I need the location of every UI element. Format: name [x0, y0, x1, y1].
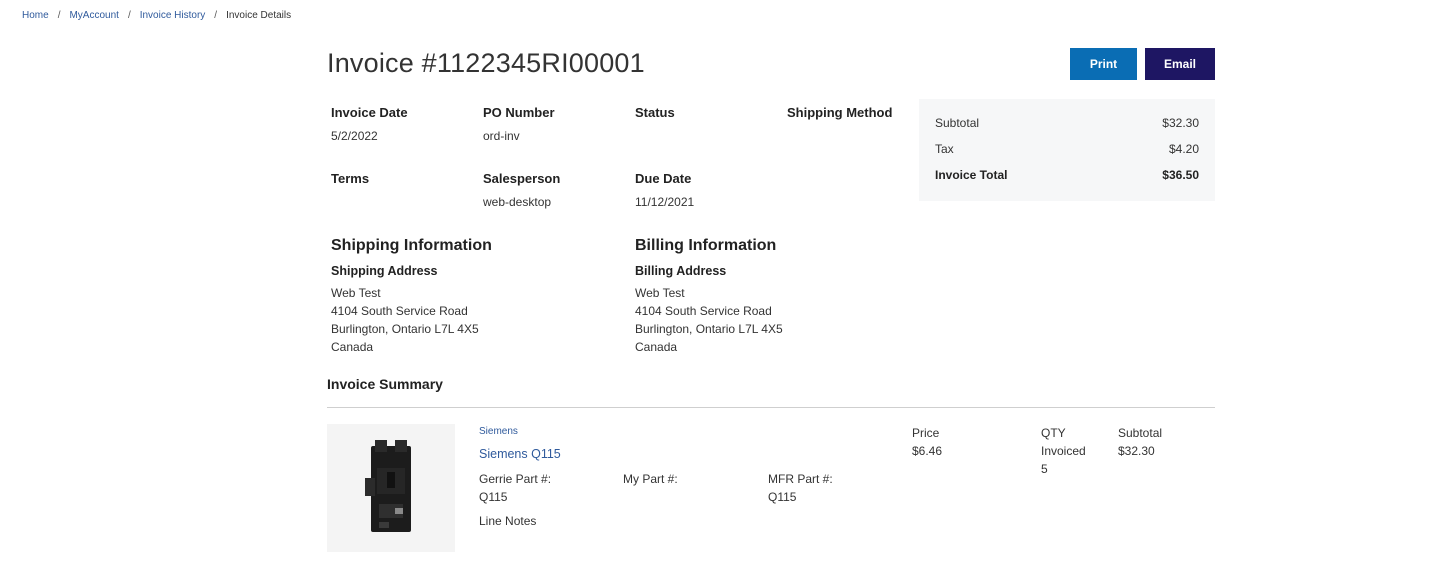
po-number-label: PO Number [483, 105, 555, 120]
qty-label: QTY [1041, 426, 1066, 440]
line-subtotal-label: Subtotal [1118, 426, 1163, 440]
status-label: Status [635, 105, 675, 120]
salesperson-label: Salesperson [483, 171, 561, 186]
po-number-value: ord-inv [483, 129, 520, 143]
shipping-address-label: Shipping Address [331, 264, 438, 278]
breadcrumb-home[interactable]: Home [22, 10, 49, 21]
qty-sublabel: Invoiced [1041, 444, 1086, 458]
billing-address-line: 4104 South Service Road [635, 304, 772, 318]
product-image[interactable] [327, 424, 455, 552]
breadcrumb-separator: / [214, 10, 218, 21]
billing-address-line: Canada [635, 340, 678, 354]
shipping-method-field: Shipping Method [787, 105, 892, 129]
price-label: Price [912, 426, 940, 440]
invoice-totals-panel: Subtotal $32.30 Tax $4.20 Invoice Total … [919, 99, 1215, 201]
breadcrumb-myaccount[interactable]: MyAccount [69, 10, 118, 21]
gerrie-part-label: Gerrie Part #: [479, 472, 552, 486]
product-name-link[interactable]: Siemens Q115 [479, 447, 561, 461]
po-number-field: PO Number ord-inv [483, 105, 555, 143]
divider [327, 407, 1215, 408]
invoice-summary-heading: Invoice Summary [327, 376, 443, 392]
billing-address-label: Billing Address [635, 264, 727, 278]
breadcrumb-separator: / [57, 10, 61, 21]
subtotal-row: Subtotal $32.30 [935, 116, 1199, 142]
shipping-address-line: 4104 South Service Road [331, 304, 468, 318]
tax-value: $4.20 [1168, 142, 1199, 156]
breadcrumb-separator: / [127, 10, 131, 21]
qty-value: 5 [1041, 462, 1048, 476]
line-notes-label: Line Notes [479, 514, 537, 528]
tax-row: Tax $4.20 [935, 142, 1199, 168]
line-subtotal-value: $32.30 [1118, 444, 1155, 458]
breadcrumb-current: Invoice Details [226, 10, 292, 21]
product-brand-link[interactable]: Siemens [479, 426, 518, 437]
subtotal-label: Subtotal [935, 116, 980, 130]
salesperson-field: Salesperson web-desktop [483, 171, 560, 209]
price-column: Price $6.46 [912, 424, 942, 460]
breadcrumb-invoice-history[interactable]: Invoice History [140, 10, 206, 21]
invoice-date-value: 5/2/2022 [331, 129, 378, 143]
tax-label: Tax [935, 142, 954, 156]
price-value: $6.46 [912, 444, 943, 458]
shipping-address-line: Burlington, Ontario L7L 4X5 [331, 322, 479, 336]
shipping-address-line: Web Test [331, 286, 381, 300]
shipping-address-line: Canada [331, 340, 374, 354]
print-button[interactable]: Print [1070, 48, 1137, 80]
my-part-label: My Part #: [623, 472, 678, 486]
invoice-total-row: Invoice Total $36.50 [935, 168, 1199, 194]
my-part: My Part #: [623, 470, 678, 488]
terms-field: Terms [331, 171, 369, 195]
invoice-date-field: Invoice Date 5/2/2022 [331, 105, 408, 143]
terms-label: Terms [331, 171, 370, 186]
mfr-part-value: Q115 [768, 490, 797, 504]
shipping-address: Web Test 4104 South Service Road Burling… [331, 284, 479, 356]
line-subtotal-column: Subtotal $32.30 [1118, 424, 1162, 460]
due-date-field: Due Date 11/12/2021 [635, 171, 694, 209]
gerrie-part: Gerrie Part #: Q115 [479, 470, 551, 506]
billing-address: Web Test 4104 South Service Road Burling… [635, 284, 783, 356]
mfr-part-label: MFR Part #: [768, 472, 833, 486]
status-field: Status [635, 105, 675, 129]
circuit-breaker-image [365, 440, 411, 532]
shipping-information-heading: Shipping Information [331, 237, 492, 254]
invoice-total-value: $36.50 [1162, 168, 1199, 182]
billing-information-heading: Billing Information [635, 237, 777, 254]
gerrie-part-value: Q115 [479, 490, 508, 504]
subtotal-value: $32.30 [1162, 116, 1199, 130]
qty-column: QTY Invoiced 5 [1041, 424, 1086, 478]
page-title: Invoice #1122345RI00001 [327, 48, 645, 78]
due-date-value: 11/12/2021 [635, 195, 695, 209]
salesperson-value: web-desktop [483, 195, 552, 209]
billing-address-line: Burlington, Ontario L7L 4X5 [635, 322, 783, 336]
shipping-method-label: Shipping Method [787, 105, 893, 120]
invoice-total-label: Invoice Total [935, 168, 1008, 182]
mfr-part: MFR Part #: Q115 [768, 470, 833, 506]
email-button[interactable]: Email [1145, 48, 1215, 80]
billing-address-line: Web Test [635, 286, 685, 300]
breadcrumb: Home / MyAccount / Invoice History / Inv… [22, 10, 291, 21]
invoice-date-label: Invoice Date [331, 105, 408, 120]
due-date-label: Due Date [635, 171, 692, 186]
